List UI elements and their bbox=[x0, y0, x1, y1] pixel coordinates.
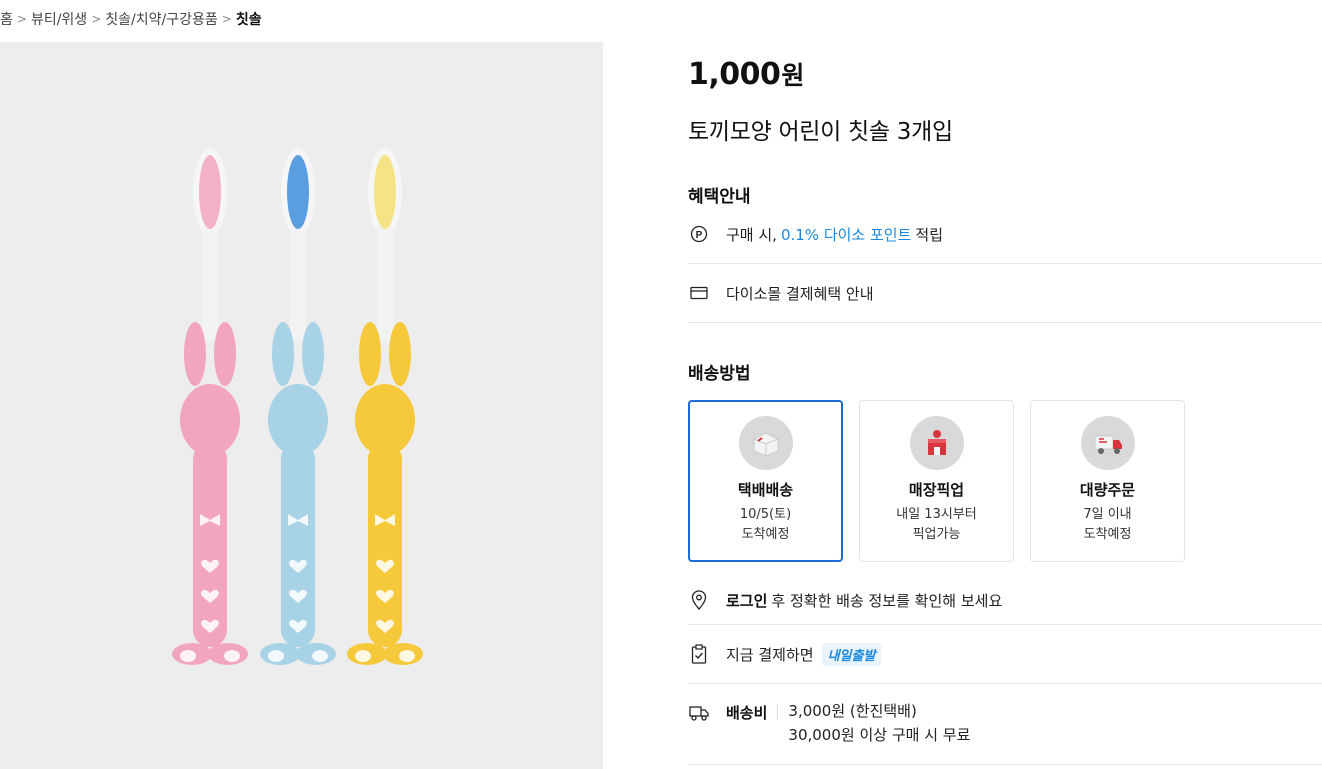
login-notice-text: 후 정확한 배송 정보를 확인해 보세요 bbox=[771, 591, 1003, 610]
option-name: 택배배송 bbox=[737, 481, 794, 499]
shipping-fee-row: 배송비 3,000원 (한진택배) 30,000원 이상 구매 시 무료 bbox=[688, 684, 1322, 764]
breadcrumb-oral-care[interactable]: 칫솔/치약/구강용품 bbox=[105, 9, 217, 29]
option-detail-line2: 도착예정 bbox=[1083, 527, 1132, 542]
shipping-option-bulk[interactable]: 대량주문 7일 이내 도착예정 bbox=[1030, 400, 1185, 562]
fee-separator bbox=[777, 705, 779, 719]
breadcrumb-separator: > bbox=[16, 12, 27, 26]
product-image[interactable] bbox=[0, 42, 603, 769]
breadcrumb-beauty[interactable]: 뷰티/위생 bbox=[31, 9, 87, 29]
clipboard-check-icon bbox=[688, 643, 710, 665]
product-price: 1,000원 bbox=[688, 56, 1322, 92]
card-icon bbox=[688, 282, 710, 304]
shipping-fee-label: 배송비 bbox=[726, 704, 768, 722]
payment-benefit-label: 다이소몰 결제혜택 안내 bbox=[726, 284, 874, 303]
option-detail-line1: 7일 이내 bbox=[1083, 507, 1132, 522]
point-benefit-row: P 구매 시, 0.1% 다이소 포인트 적립 bbox=[688, 221, 1322, 247]
breadcrumb-current: 칫솔 bbox=[235, 12, 262, 28]
option-detail: 10/5(토) 도착예정 bbox=[740, 505, 791, 545]
option-detail: 내일 13시부터 픽업가능 bbox=[896, 505, 976, 545]
free-shipping-threshold: 30,000원 이상 구매 시 무료 bbox=[788, 726, 971, 744]
point-icon: P bbox=[688, 223, 710, 245]
order-now-row: 지금 결제하면 내일출발 bbox=[688, 625, 1322, 683]
price-number: 1,000 bbox=[688, 57, 781, 92]
divider bbox=[688, 764, 1322, 765]
payment-benefit-link[interactable]: 다이소몰 결제혜택 안내 bbox=[688, 264, 1322, 322]
shipping-heading: 배송방법 bbox=[688, 364, 751, 384]
option-detail-line2: 도착예정 bbox=[741, 527, 790, 542]
svg-text:P: P bbox=[696, 230, 703, 241]
login-link[interactable]: 로그인 bbox=[726, 590, 767, 611]
option-detail-line1: 내일 13시부터 bbox=[896, 507, 977, 522]
login-notice-row: 로그인 후 정확한 배송 정보를 확인해 보세요 bbox=[688, 580, 1322, 620]
benefits-heading: 혜택안내 bbox=[688, 187, 751, 207]
point-prefix: 구매 시, bbox=[726, 225, 777, 244]
option-detail: 7일 이내 도착예정 bbox=[1083, 505, 1131, 545]
next-day-badge: 내일출발 bbox=[821, 642, 882, 666]
store-pin-icon bbox=[909, 416, 964, 470]
option-name: 매장픽업 bbox=[908, 481, 965, 499]
breadcrumb-separator: > bbox=[221, 12, 232, 26]
product-info: 1,000원 토끼모양 어린이 칫솔 3개입 혜택안내 P 구매 시, 0.1%… bbox=[688, 56, 1322, 765]
shipping-fee-values: 3,000원 (한진택배) 30,000원 이상 구매 시 무료 bbox=[788, 699, 970, 747]
option-name: 대량주문 bbox=[1079, 481, 1136, 499]
shipping-fee-amount: 3,000원 (한진택배) bbox=[788, 702, 917, 720]
shipping-option-pickup[interactable]: 매장픽업 내일 13시부터 픽업가능 bbox=[859, 400, 1014, 562]
breadcrumb-home[interactable]: 홈 bbox=[0, 9, 13, 29]
product-title: 토끼모양 어린이 칫솔 3개입 bbox=[688, 119, 953, 145]
shipping-option-delivery[interactable]: 택배배송 10/5(토) 도착예정 bbox=[688, 400, 843, 562]
point-suffix: 적립 bbox=[915, 225, 943, 244]
breadcrumb-separator: > bbox=[91, 12, 102, 26]
point-highlight-link[interactable]: 0.1% 다이소 포인트 bbox=[781, 224, 911, 245]
toothbrush-illustration bbox=[172, 148, 423, 665]
divider bbox=[688, 322, 1322, 323]
price-unit: 원 bbox=[781, 61, 804, 90]
order-now-text: 지금 결제하면 bbox=[726, 645, 814, 664]
parcel-box-icon bbox=[738, 416, 793, 470]
shipping-options: 택배배송 10/5(토) 도착예정 매장픽업 내일 13시부터 픽업가능 대량주… bbox=[688, 400, 1322, 562]
option-detail-line1: 10/5(토) bbox=[739, 507, 792, 522]
truck-icon bbox=[1080, 416, 1135, 470]
location-pin-icon bbox=[688, 589, 710, 611]
option-detail-line2: 픽업가능 bbox=[912, 527, 961, 542]
breadcrumb: 홈 > 뷰티/위생 > 칫솔/치약/구강용품 > 칫솔 bbox=[0, 9, 262, 29]
delivery-truck-icon bbox=[688, 702, 710, 724]
